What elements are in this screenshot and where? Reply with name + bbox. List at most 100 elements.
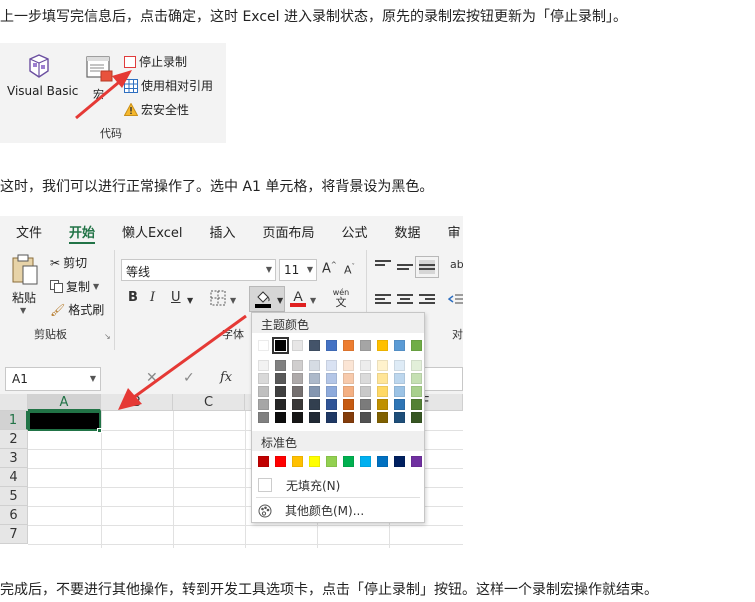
tab-review[interactable]: 审	[432, 216, 463, 244]
color-swatch[interactable]	[275, 360, 286, 371]
color-swatch[interactable]	[292, 386, 303, 397]
visual-basic-button[interactable]: Visual Basic	[7, 84, 78, 98]
color-swatch[interactable]	[309, 373, 320, 384]
increase-font-button[interactable]: A^	[322, 261, 337, 276]
color-swatch[interactable]	[275, 399, 286, 410]
row-header[interactable]: 1	[0, 411, 28, 430]
paste-button[interactable]: 粘贴	[12, 289, 36, 306]
format-painter-button[interactable]: 🖌 格式刷	[50, 301, 104, 318]
decrease-font-button[interactable]: Aˇ	[344, 263, 355, 277]
color-swatch[interactable]	[411, 456, 422, 467]
phonetic-guide-button[interactable]: wén 文	[332, 288, 350, 309]
tab-home[interactable]: 开始	[53, 216, 106, 244]
color-swatch[interactable]	[272, 337, 289, 354]
chevron-down-icon[interactable]: ▼	[20, 306, 26, 315]
color-swatch[interactable]	[411, 399, 422, 410]
row-header[interactable]: 7	[0, 525, 28, 544]
color-swatch[interactable]	[292, 340, 303, 351]
color-swatch[interactable]	[258, 373, 269, 384]
color-swatch[interactable]	[394, 373, 405, 384]
align-left-icon[interactable]	[375, 294, 391, 308]
color-swatch[interactable]	[360, 340, 371, 351]
color-swatch[interactable]	[394, 386, 405, 397]
color-swatch[interactable]	[377, 373, 388, 384]
color-swatch[interactable]	[360, 399, 371, 410]
select-all-corner[interactable]	[0, 394, 28, 411]
chevron-down-icon[interactable]: ▼	[266, 265, 272, 274]
color-swatch[interactable]	[326, 399, 337, 410]
color-swatch[interactable]	[343, 373, 354, 384]
tab-data[interactable]: 数据	[379, 216, 432, 244]
top-align-icon[interactable]	[375, 260, 391, 274]
name-box[interactable]: A1 ▼	[5, 367, 101, 391]
color-swatch[interactable]	[360, 360, 371, 371]
color-swatch[interactable]	[343, 386, 354, 397]
no-fill-option[interactable]: 无填充(N)	[258, 475, 418, 495]
middle-align-icon[interactable]	[397, 260, 413, 274]
color-swatch[interactable]	[377, 399, 388, 410]
color-swatch[interactable]	[377, 386, 388, 397]
bottom-align-icon[interactable]	[415, 256, 439, 278]
color-swatch[interactable]	[326, 360, 337, 371]
borders-icon[interactable]	[210, 290, 226, 306]
color-swatch[interactable]	[343, 340, 354, 351]
color-swatch[interactable]	[309, 412, 320, 423]
color-swatch[interactable]	[411, 386, 422, 397]
color-swatch[interactable]	[258, 360, 269, 371]
fill-color-button[interactable]: ▼	[249, 286, 285, 312]
color-swatch[interactable]	[343, 360, 354, 371]
color-swatch[interactable]	[258, 386, 269, 397]
chevron-down-icon[interactable]: ▼	[230, 296, 236, 305]
row-header[interactable]: 4	[0, 468, 28, 487]
column-header-a[interactable]: A	[28, 394, 101, 411]
underline-button[interactable]: U	[171, 290, 181, 305]
chevron-down-icon[interactable]: ▼	[310, 296, 316, 305]
paste-icon[interactable]	[11, 254, 39, 286]
copy-button[interactable]: 复制 ▼	[50, 278, 99, 295]
font-color-icon[interactable]: A	[290, 288, 306, 308]
color-swatch[interactable]	[343, 399, 354, 410]
color-swatch[interactable]	[377, 456, 388, 467]
color-swatch[interactable]	[292, 360, 303, 371]
more-colors-option[interactable]: 其他颜色(M)...	[258, 502, 364, 519]
align-center-icon[interactable]	[397, 294, 413, 308]
color-swatch[interactable]	[394, 340, 405, 351]
color-swatch[interactable]	[394, 360, 405, 371]
color-swatch[interactable]	[258, 399, 269, 410]
color-swatch[interactable]	[326, 340, 337, 351]
color-swatch[interactable]	[258, 456, 269, 467]
color-swatch[interactable]	[258, 412, 269, 423]
row-header[interactable]: 5	[0, 487, 28, 506]
color-swatch[interactable]	[292, 412, 303, 423]
color-swatch[interactable]	[309, 456, 320, 467]
decrease-indent-icon[interactable]	[448, 293, 463, 305]
color-swatch[interactable]	[309, 360, 320, 371]
color-swatch[interactable]	[411, 340, 422, 351]
color-swatch[interactable]	[360, 456, 371, 467]
color-swatch[interactable]	[326, 373, 337, 384]
color-swatch[interactable]	[292, 373, 303, 384]
color-swatch[interactable]	[326, 456, 337, 467]
color-swatch[interactable]	[394, 412, 405, 423]
font-name-select[interactable]: 等线 ▼	[121, 259, 276, 281]
color-swatch[interactable]	[326, 386, 337, 397]
color-swatch[interactable]	[343, 456, 354, 467]
color-swatch[interactable]	[275, 412, 286, 423]
color-swatch[interactable]	[377, 412, 388, 423]
align-right-icon[interactable]	[419, 294, 435, 308]
chevron-down-icon[interactable]: ▼	[277, 296, 283, 305]
color-swatch[interactable]	[360, 386, 371, 397]
color-swatch[interactable]	[411, 412, 422, 423]
color-swatch[interactable]	[275, 456, 286, 467]
color-swatch[interactable]	[377, 340, 388, 351]
selected-cell-a1[interactable]	[28, 411, 101, 431]
color-swatch[interactable]	[343, 412, 354, 423]
orientation-icon[interactable]: ab	[449, 256, 463, 270]
color-swatch[interactable]	[275, 373, 286, 384]
color-swatch[interactable]	[326, 412, 337, 423]
color-swatch[interactable]	[292, 456, 303, 467]
italic-button[interactable]: I	[150, 290, 155, 305]
color-swatch[interactable]	[292, 399, 303, 410]
chevron-down-icon[interactable]: ▼	[93, 282, 99, 291]
color-swatch[interactable]	[394, 399, 405, 410]
